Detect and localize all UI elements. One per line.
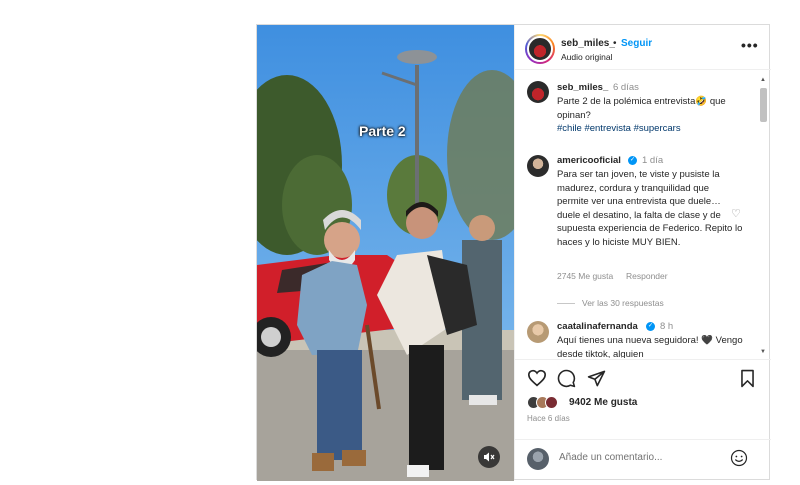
audio-label[interactable]: Audio original [561,52,613,62]
video-frame-image [257,25,514,481]
scroll-thumb[interactable] [760,88,767,122]
caption-author-avatar[interactable] [527,81,549,103]
scroll-up-arrow-icon[interactable]: ▲ [760,77,766,83]
comment-username[interactable]: caatalinafernanda [557,321,638,332]
post-video[interactable]: Parte 2 [257,25,514,481]
replies-divider [557,303,575,304]
current-user-avatar [527,448,549,470]
view-replies-button[interactable]: Ver las 30 respuestas [582,298,664,308]
comments-scrollbar[interactable]: ▲ ▼ [759,77,768,355]
author-username[interactable]: seb_miles_ [561,38,615,49]
likes-count[interactable]: 9402 Me gusta [569,397,637,408]
likers-avatars[interactable] [527,396,565,410]
verified-badge-icon: ✓ [646,322,655,331]
caption-username[interactable]: seb_miles_ [557,82,608,93]
instagram-post-modal: Parte 2 seb_miles_ • Seguir Audio origin… [256,24,771,481]
comment-text: Aquí tienes una nueva seguidora! 🖤 Vengo… [557,335,743,358]
reply-button[interactable]: Responder [626,271,668,281]
more-options-icon[interactable]: ••• [741,37,759,53]
post-date[interactable]: Hace 6 días [527,414,570,423]
comment-icon[interactable] [557,369,576,388]
comment-like-heart-icon[interactable]: ♡ [731,207,741,220]
comment-time: 1 día [642,155,664,166]
comments-list[interactable]: seb_miles_ 6 días Parte 2 de la polémica… [515,71,771,358]
heart-icon[interactable] [527,369,547,387]
comment-likes[interactable]: 2745 Me gusta [557,271,613,281]
bookmark-icon[interactable] [739,369,756,388]
speaker-muted-icon[interactable] [478,446,500,468]
add-comment-bar [515,439,771,479]
author-avatar[interactable] [525,34,555,64]
caption-body: Parte 2 de la polémica entrevista🤣 que o… [557,96,726,121]
share-icon[interactable] [587,369,606,388]
caption-text: Parte 2 de la polémica entrevista🤣 que o… [557,95,743,136]
caption-hashtags[interactable]: #chile #entrevista #supercars [557,123,681,134]
comment-avatar[interactable] [527,155,549,177]
scroll-down-arrow-icon[interactable]: ▼ [760,349,766,355]
follow-button[interactable]: Seguir [621,38,652,49]
separator-dot: • [613,38,617,49]
verified-badge-icon: ✓ [628,156,637,165]
caption-time: 6 días [613,82,639,93]
post-side-panel: seb_miles_ • Seguir Audio original ••• s… [514,25,771,479]
comment-text: Para ser tan joven, te viste y pusiste l… [557,169,743,248]
emoji-icon[interactable] [730,449,748,467]
comment-username[interactable]: americooficial [557,155,621,166]
post-header: seb_miles_ • Seguir Audio original ••• [515,25,771,70]
comment-avatar[interactable] [527,321,549,343]
comment-input[interactable] [559,452,709,463]
post-actions: 9402 Me gusta Hace 6 días [515,359,771,439]
comment-time: 8 h [660,321,674,332]
video-overlay-text: Parte 2 [359,123,406,139]
